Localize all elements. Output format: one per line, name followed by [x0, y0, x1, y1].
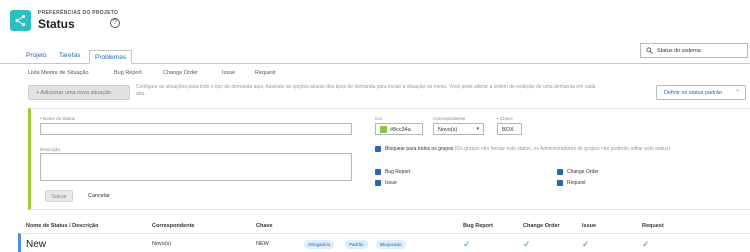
column-header-request: Request [642, 223, 664, 229]
cancel-button[interactable]: Cancelar [88, 193, 110, 199]
status-name-input[interactable] [40, 123, 352, 135]
page-title: Status [38, 17, 75, 31]
search-icon [646, 47, 653, 54]
name-label: • Nome do Status [40, 116, 76, 121]
request-checkbox[interactable] [557, 180, 563, 186]
column-header-name: Nome de Status / Descrição [26, 223, 99, 229]
change-order-check-icon: ✓ [523, 239, 531, 249]
bug-report-label: Bug Report [385, 169, 411, 175]
key-value: BOX [502, 127, 514, 133]
key-input[interactable]: BOX [497, 123, 522, 135]
row-status-name: New [26, 239, 47, 250]
tab-problemas[interactable]: Problemas [89, 50, 133, 64]
subnav-request[interactable]: Request [255, 70, 276, 76]
badge-required: Obrigatório [304, 240, 335, 249]
lock-all-groups-text: Bloquear para todos os grupos (Os grupos… [385, 146, 725, 153]
instructions-text: Configure as situações para todo o tipo … [136, 84, 596, 97]
subnav-master-list[interactable]: Lista Mestre de Situação [28, 70, 89, 76]
column-header-key: Chave [256, 223, 273, 229]
color-value: #8cc34a [390, 127, 411, 133]
subnav-bug-report[interactable]: Bug Report [114, 70, 142, 76]
lock-all-groups-checkbox[interactable] [375, 146, 381, 152]
color-picker[interactable]: #8cc34a [375, 123, 423, 135]
chevron-down-icon: ▾ [476, 126, 479, 132]
tab-bar: Projeto Tarefas Problemas [0, 50, 750, 64]
search-value: Status do sistema [657, 48, 701, 54]
breadcrumb: PREFERÊNCIAS DO PROJETO [38, 10, 119, 16]
color-swatch [380, 126, 387, 133]
lock-all-groups-hint: (Os grupos não herdar este status, os Ad… [454, 146, 671, 152]
badge-locked: Bloqueado [376, 240, 406, 249]
tab-tarefas[interactable]: Tarefas [59, 52, 80, 59]
bug-report-check-icon: ✓ [463, 239, 471, 249]
description-textarea[interactable] [40, 153, 352, 181]
page-header: PREFERÊNCIAS DO PROJETO Status ? [0, 0, 750, 42]
column-header-change-order: Change Order [523, 223, 560, 229]
column-header-bug-report: Bug Report [463, 223, 493, 229]
issue-checkbox[interactable] [375, 180, 381, 186]
chevron-down-icon: ⌄ [735, 87, 740, 93]
badge-default: Padrão [345, 240, 368, 249]
add-status-button[interactable]: + Adicionar uma nova situação [28, 85, 130, 100]
bug-report-checkbox[interactable] [375, 169, 381, 175]
lock-all-groups-label: Bloquear para todos os grupos [385, 146, 454, 152]
issue-check-icon: ✓ [582, 239, 590, 249]
match-select[interactable]: Novo(s) ▾ [433, 123, 484, 135]
column-header-issue: Issue [582, 223, 597, 229]
match-value: Novo(s) [438, 127, 458, 133]
default-status-label: Definir os status padrão [664, 90, 723, 96]
request-check-icon: ✓ [642, 239, 650, 249]
subnav-issue[interactable]: Issue [222, 70, 235, 76]
default-status-button[interactable]: Definir os status padrão ⌄ [656, 85, 746, 100]
match-label: Correspondente [433, 116, 466, 121]
help-icon[interactable]: ? [110, 18, 120, 28]
row-key: NEW [256, 241, 269, 247]
description-label: Descrição [40, 147, 61, 152]
change-order-label: Change Order [567, 169, 599, 175]
column-header-match: Correspondente [152, 223, 195, 229]
request-label: Request [567, 180, 586, 186]
change-order-checkbox[interactable] [557, 169, 563, 175]
key-label: • Chave [497, 116, 513, 121]
subnav-change-order[interactable]: Change Order [163, 70, 198, 76]
save-button[interactable]: Salvar [45, 190, 73, 202]
row-match: Novo(s) [152, 241, 172, 247]
issue-label: Issue [385, 180, 397, 186]
tab-projeto[interactable]: Projeto [26, 52, 47, 59]
project-logo-icon [10, 10, 31, 31]
search-input[interactable]: Status do sistema [640, 43, 748, 58]
color-label: Cor [375, 116, 383, 121]
